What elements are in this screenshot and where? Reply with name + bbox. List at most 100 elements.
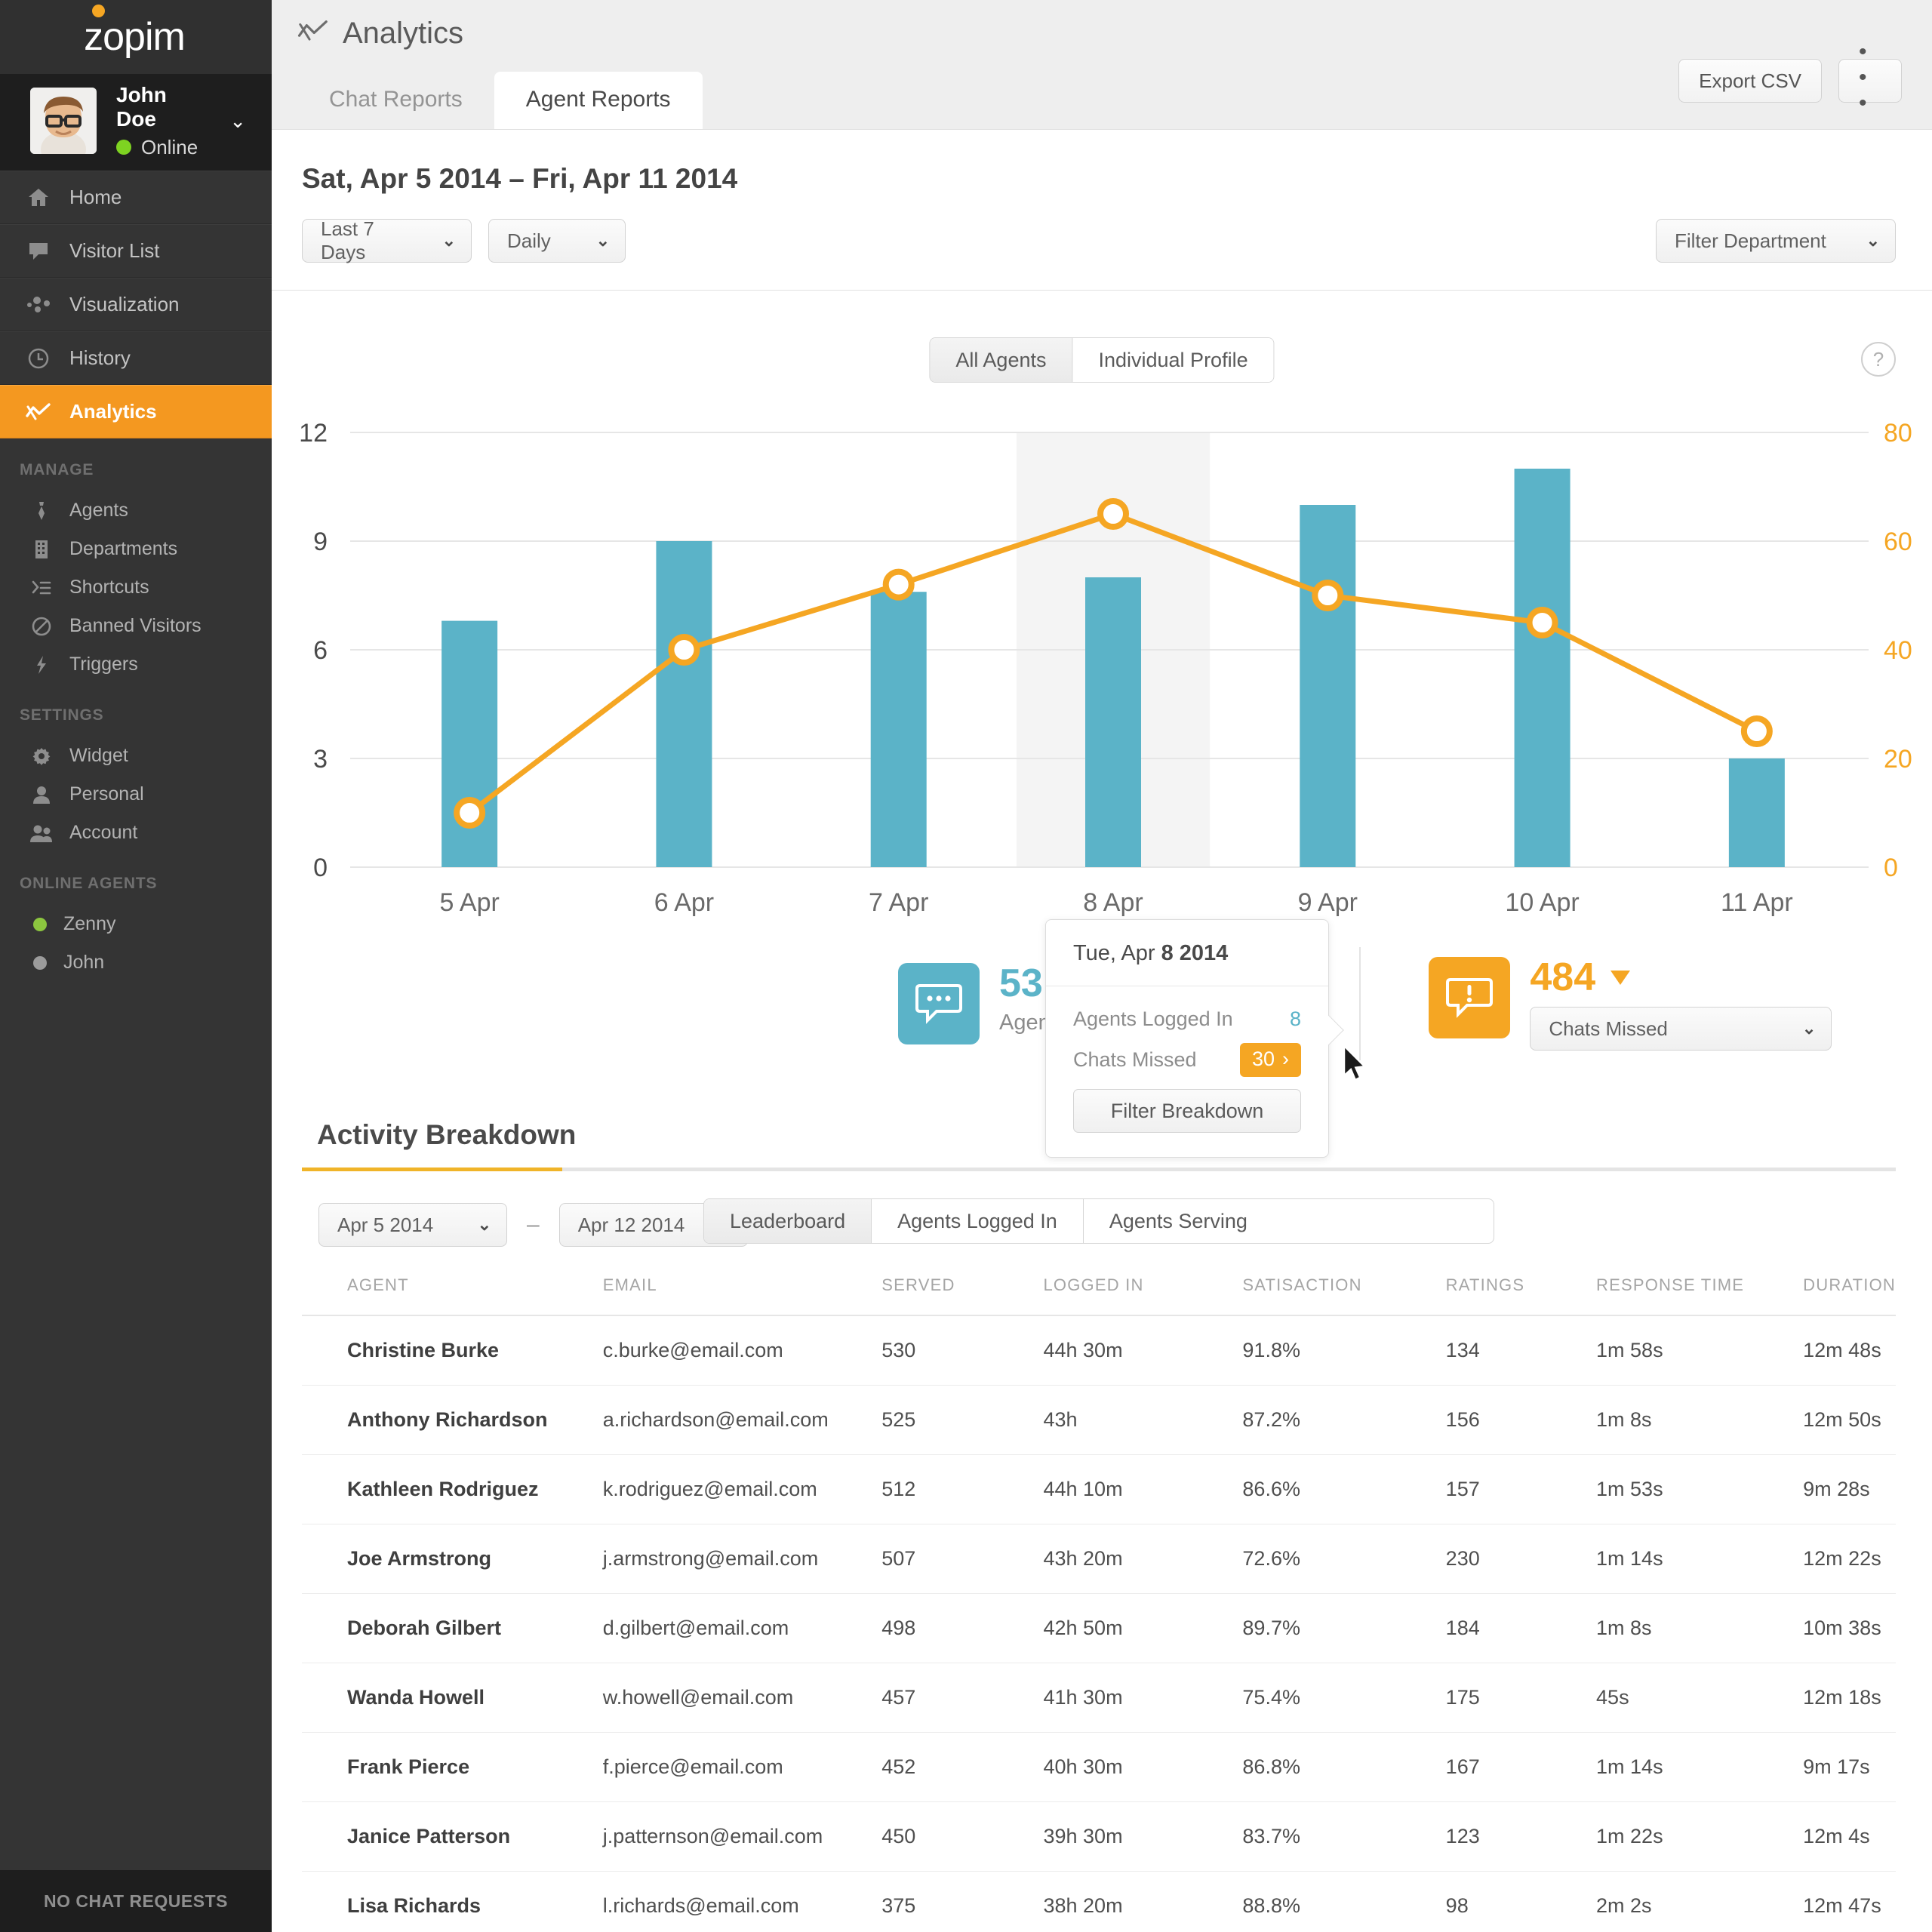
table-body: Christine Burke c.burke@email.com 530 44h 3… xyxy=(302,1315,1896,1932)
sidebar-item-visualization[interactable]: Visualization xyxy=(0,278,272,331)
table-row[interactable]: Lisa Richards l.richards@email.com 375 38h … xyxy=(302,1871,1896,1932)
date-range-select[interactable]: Last 7 Days ⌄ xyxy=(302,217,472,263)
mouse-cursor-icon xyxy=(1342,1044,1369,1087)
table-cell: Joe Armstrong xyxy=(302,1524,603,1594)
chevron-down-icon[interactable]: ⌄ xyxy=(229,111,246,131)
table-cell: j.patternson@email.com xyxy=(602,1801,882,1872)
sidebar-item-account[interactable]: Account xyxy=(0,814,272,852)
department-filter-value: Filter Department xyxy=(1675,229,1826,252)
brand-logo[interactable]: zopim xyxy=(0,0,272,74)
table-cell: 9m 17s xyxy=(1803,1732,1896,1802)
table-row[interactable]: Deborah Gilbert d.gilbert@email.com 498 42h… xyxy=(302,1593,1896,1663)
tooltip-date: Tue, Apr 8 2014 xyxy=(1046,920,1328,986)
table-cell: Kathleen Rodriguez xyxy=(302,1454,603,1524)
svg-text:3: 3 xyxy=(313,745,328,774)
table-row[interactable]: Joe Armstrong j.armstrong@email.com 507 43h… xyxy=(302,1524,1896,1594)
chat-bubble-icon xyxy=(26,242,51,261)
report-tabs: Chat Reports Agent Reports xyxy=(297,72,703,129)
view-leaderboard[interactable]: Leaderboard xyxy=(704,1199,872,1243)
table-row[interactable]: Anthony Richardson a.richardson@email.com… xyxy=(302,1385,1896,1455)
table-cell: j.armstrong@email.com xyxy=(602,1524,882,1594)
table-cell: 1m 53s xyxy=(1596,1454,1804,1524)
column-header-logged-in[interactable]: LOGGED IN xyxy=(1043,1275,1243,1316)
column-header-agent[interactable]: AGENT xyxy=(302,1275,603,1316)
online-agent-zenny[interactable]: Zenny xyxy=(0,905,272,943)
more-options-button[interactable]: • • • xyxy=(1838,39,1902,115)
svg-text:0: 0 xyxy=(1884,854,1898,882)
svg-text:9: 9 xyxy=(313,528,328,556)
filter-breakdown-button[interactable]: Filter Breakdown xyxy=(1073,1089,1301,1133)
sidebar-item-label: Departments xyxy=(69,538,178,559)
table-cell: 10m 38s xyxy=(1803,1593,1896,1663)
chevron-down-icon: ⌄ xyxy=(595,231,610,250)
table-cell: Lisa Richards xyxy=(302,1871,603,1932)
table-row[interactable]: Frank Pierce f.pierce@email.com 452 40h 30m… xyxy=(302,1732,1896,1802)
svg-text:20: 20 xyxy=(1884,745,1912,774)
sidebar-item-home[interactable]: Home xyxy=(0,171,272,224)
table-row[interactable]: Wanda Howell w.howell@email.com 457 41h 30m… xyxy=(302,1663,1896,1733)
user-profile[interactable]: John Doe Online ⌄ xyxy=(0,74,272,171)
scope-individual-profile[interactable]: Individual Profile xyxy=(1072,338,1274,382)
export-csv-button[interactable]: Export CSV xyxy=(1678,59,1822,103)
kpi-metric-select[interactable]: Chats Missed ⌄ xyxy=(1530,1007,1832,1051)
help-button[interactable]: ? xyxy=(1861,342,1896,377)
online-agent-name: John xyxy=(63,952,105,973)
activity-date-from-select[interactable]: Apr 5 2014 ⌄ xyxy=(318,1203,507,1247)
profile-meta: John Doe Online xyxy=(116,83,210,159)
sidebar-item-banned-visitors[interactable]: Banned Visitors xyxy=(0,607,272,645)
sidebar-item-visitor-list[interactable]: Visitor List xyxy=(0,224,272,278)
manage-nav: Agents Departments Shortcuts Banned Visi… xyxy=(0,491,272,684)
table-cell: 87.2% xyxy=(1242,1385,1446,1455)
table-row[interactable]: Janice Patterson j.patternson@email.com 45… xyxy=(302,1801,1896,1872)
sidebar-item-label: Visualization xyxy=(69,293,180,315)
sidebar-item-personal[interactable]: Personal xyxy=(0,775,272,814)
chart-section: All Agents Individual Profile ? 0 3 6 9 12 0 2… xyxy=(272,291,1932,1158)
table-cell: 12m 47s xyxy=(1803,1871,1896,1932)
column-header-satisfaction[interactable]: SATISACTION xyxy=(1242,1275,1446,1316)
sidebar-item-triggers[interactable]: Triggers xyxy=(0,645,272,684)
chats-missed-badge[interactable]: 30 › xyxy=(1239,1043,1301,1077)
sidebar-item-widget[interactable]: Widget xyxy=(0,737,272,775)
chevron-down-icon: ⌄ xyxy=(477,1215,491,1234)
svg-text:11 Apr: 11 Apr xyxy=(1721,888,1793,917)
table-cell: Janice Patterson xyxy=(302,1801,603,1872)
view-agents-logged-in[interactable]: Agents Logged In xyxy=(871,1199,1083,1243)
bolt-icon xyxy=(30,655,53,675)
sidebar-section-settings: SETTINGS xyxy=(20,706,104,724)
profile-status-label: Online xyxy=(141,135,198,158)
table-cell: 72.6% xyxy=(1242,1524,1446,1594)
tab-agent-reports[interactable]: Agent Reports xyxy=(494,72,703,129)
sidebar-item-analytics[interactable]: Analytics xyxy=(0,385,272,438)
kpi-value-row: 484 xyxy=(1530,957,1832,998)
sidebar-item-shortcuts[interactable]: Shortcuts xyxy=(0,568,272,607)
chevron-right-icon: › xyxy=(1282,1048,1289,1070)
sidebar-item-label: Widget xyxy=(69,745,128,766)
activity-view-toggle: Leaderboard Agents Logged In Agents Serv… xyxy=(703,1198,1494,1244)
sidebar-item-history[interactable]: History xyxy=(0,331,272,385)
table-row[interactable]: Kathleen Rodriguez k.rodriguez@email.com 5… xyxy=(302,1454,1896,1524)
sidebar-item-agents[interactable]: Agents xyxy=(0,491,272,530)
table-cell: k.rodriguez@email.com xyxy=(602,1454,882,1524)
department-filter-select[interactable]: Filter Department ⌄ xyxy=(1656,219,1896,263)
table-cell: 75.4% xyxy=(1242,1663,1446,1733)
table-row[interactable]: Christine Burke c.burke@email.com 530 44h 3… xyxy=(302,1315,1896,1386)
tab-chat-reports[interactable]: Chat Reports xyxy=(297,72,494,129)
sidebar-section-manage: MANAGE xyxy=(20,461,94,478)
column-header-email[interactable]: EMAIL xyxy=(602,1275,882,1316)
scope-all-agents[interactable]: All Agents xyxy=(930,338,1072,382)
table-cell: Anthony Richardson xyxy=(302,1385,603,1455)
chevron-down-icon: ⌄ xyxy=(1801,1019,1817,1038)
table-cell: Wanda Howell xyxy=(302,1663,603,1733)
column-header-served[interactable]: SERVED xyxy=(881,1275,1044,1316)
activity-breakdown-section: Activity Breakdown Apr 5 2014 ⌄ – Apr 12… xyxy=(272,1075,1932,1932)
settings-nav: Widget Personal Account xyxy=(0,737,272,852)
sidebar-item-departments[interactable]: Departments xyxy=(0,530,272,568)
column-header-ratings[interactable]: RATINGS xyxy=(1445,1275,1597,1316)
tooltip-row-label: Chats Missed xyxy=(1073,1048,1197,1071)
interval-select[interactable]: Daily ⌄ xyxy=(488,219,626,263)
view-agents-serving[interactable]: Agents Serving xyxy=(1082,1199,1273,1243)
column-header-duration[interactable]: DURATION xyxy=(1803,1275,1896,1316)
online-agent-john[interactable]: John xyxy=(0,943,272,982)
column-header-response-time[interactable]: RESPONSE TIME xyxy=(1596,1275,1804,1316)
table-header: AGENT EMAIL SERVED LOGGED IN SATISACTION… xyxy=(302,1275,1896,1316)
